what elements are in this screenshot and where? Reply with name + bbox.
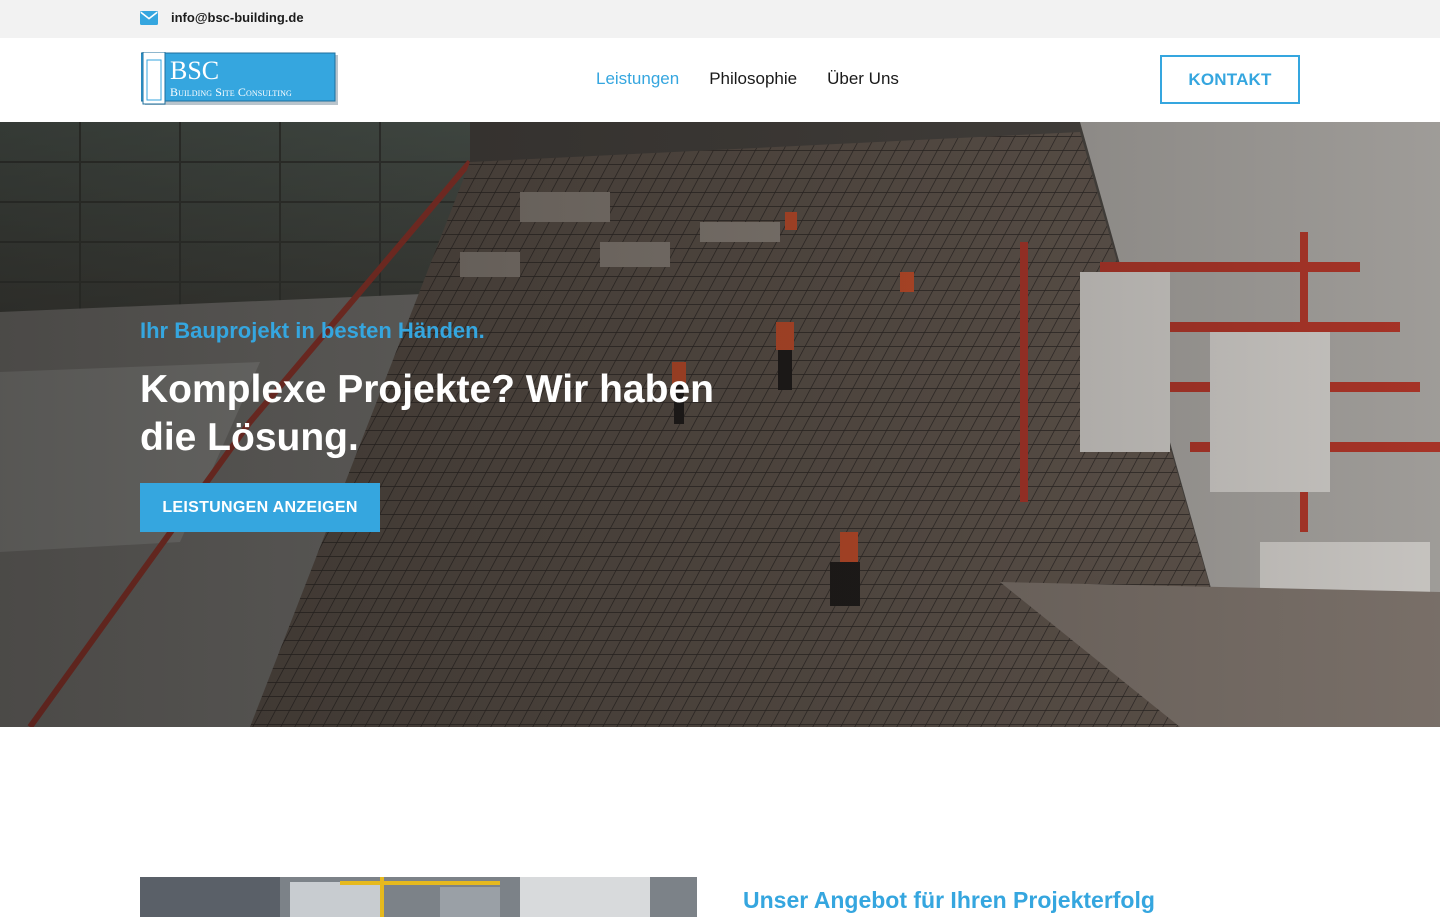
logo-text-subtitle: Building Site Consulting xyxy=(170,85,292,99)
nav-item-leistungen[interactable]: Leistungen xyxy=(596,69,679,89)
email-link[interactable]: info@bsc-building.de xyxy=(140,10,304,25)
offer-section-heading: Unser Angebot für Ihren Projekterfolg xyxy=(743,887,1155,913)
site-header: BSC Building Site Consulting Leistungen … xyxy=(0,38,1440,122)
hero-tagline: Ihr Bauprojekt in besten Händen. xyxy=(140,318,485,343)
leistungen-anzeigen-button[interactable]: LEISTUNGEN ANZEIGEN xyxy=(140,483,380,532)
main-navigation: Leistungen Philosophie Über Uns xyxy=(596,69,899,89)
offer-section: Unser Angebot für Ihren Projekterfolg xyxy=(0,727,1440,917)
top-contact-bar: info@bsc-building.de xyxy=(0,0,1440,38)
company-logo[interactable]: BSC Building Site Consulting xyxy=(141,52,338,105)
hero-section: Ihr Bauprojekt in besten Händen. Komplex… xyxy=(0,122,1440,727)
nav-item-ueber-uns[interactable]: Über Uns xyxy=(827,69,899,89)
kontakt-button[interactable]: KONTAKT xyxy=(1160,55,1300,104)
nav-item-philosophie[interactable]: Philosophie xyxy=(709,69,797,89)
hero-title: Komplexe Projekte? Wir haben die Lösung. xyxy=(140,368,714,459)
logo-text-bsc: BSC xyxy=(170,56,220,85)
envelope-icon xyxy=(140,10,158,25)
email-address[interactable]: info@bsc-building.de xyxy=(171,10,304,25)
city-construction-image xyxy=(140,877,697,917)
